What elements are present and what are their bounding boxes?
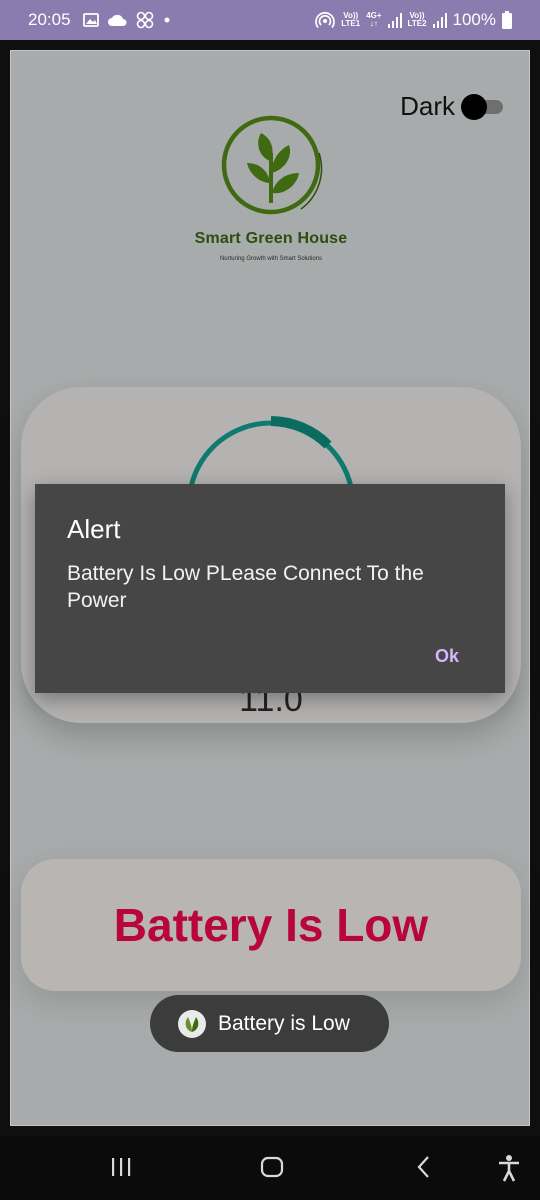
home-icon[interactable] bbox=[259, 1154, 285, 1185]
phone-screen: 20:05 Vo)) LTE1 4G+ ↓↑ Vo)) LTE2 100% Da… bbox=[0, 0, 540, 1200]
app-logo: Smart Green House Nurturing Growth with … bbox=[181, 113, 361, 262]
toast: Battery is Low bbox=[150, 995, 389, 1052]
accessibility-icon[interactable] bbox=[496, 1154, 522, 1187]
dialog-message: Battery Is Low PLease Connect To the Pow… bbox=[67, 562, 424, 612]
sim1-lte-label: LTE1 bbox=[341, 19, 361, 28]
status-left: 20:05 bbox=[28, 10, 171, 30]
battery-icon bbox=[502, 11, 512, 29]
dot-icon bbox=[163, 16, 171, 24]
sim1-network: Vo)) LTE1 bbox=[341, 12, 360, 28]
toast-text: Battery is Low bbox=[218, 1011, 350, 1035]
dark-mode-label: Dark bbox=[400, 91, 455, 121]
battery-status-text: Battery Is Low bbox=[113, 899, 429, 951]
sim2-network: Vo)) LTE2 bbox=[408, 12, 427, 28]
sim2-lte-label: LTE2 bbox=[407, 19, 427, 28]
ring-apps-icon bbox=[135, 10, 155, 30]
app-leaf-icon bbox=[178, 1009, 206, 1038]
signal-icon-sim2 bbox=[432, 12, 447, 28]
recent-apps-icon[interactable] bbox=[110, 1154, 132, 1185]
cloud-icon bbox=[107, 13, 127, 27]
dark-mode-switch[interactable] bbox=[461, 93, 503, 120]
battery-percent: 100% bbox=[452, 10, 496, 29]
alert-dialog: Alert Battery Is Low PLease Connect To t… bbox=[35, 484, 505, 693]
navigation-bar bbox=[0, 1136, 540, 1200]
network-type: 4G+ ↓↑ bbox=[366, 12, 381, 28]
back-icon[interactable] bbox=[414, 1154, 434, 1185]
image-icon bbox=[82, 12, 99, 28]
dialog-title: Alert bbox=[67, 514, 121, 544]
plant-logo-icon bbox=[221, 115, 323, 215]
logo-subtitle: Nurturing Growth with Smart Solutions bbox=[219, 256, 323, 262]
logo-title: Smart Green House bbox=[194, 230, 348, 247]
battery-status-card: Battery Is Low bbox=[21, 859, 521, 991]
status-time: 20:05 bbox=[28, 10, 71, 29]
hotspot-icon bbox=[315, 11, 336, 29]
status-bar: 20:05 Vo)) LTE1 4G+ ↓↑ Vo)) LTE2 100% bbox=[0, 0, 540, 40]
signal-icon-sim1 bbox=[387, 12, 402, 28]
ok-button[interactable]: Ok bbox=[435, 646, 459, 667]
data-arrows-icon: ↓↑ bbox=[369, 19, 378, 28]
switch-thumb[interactable] bbox=[461, 93, 487, 120]
status-right: Vo)) LTE1 4G+ ↓↑ Vo)) LTE2 100% bbox=[315, 10, 512, 30]
dark-mode-toggle[interactable]: Dark bbox=[400, 91, 503, 122]
